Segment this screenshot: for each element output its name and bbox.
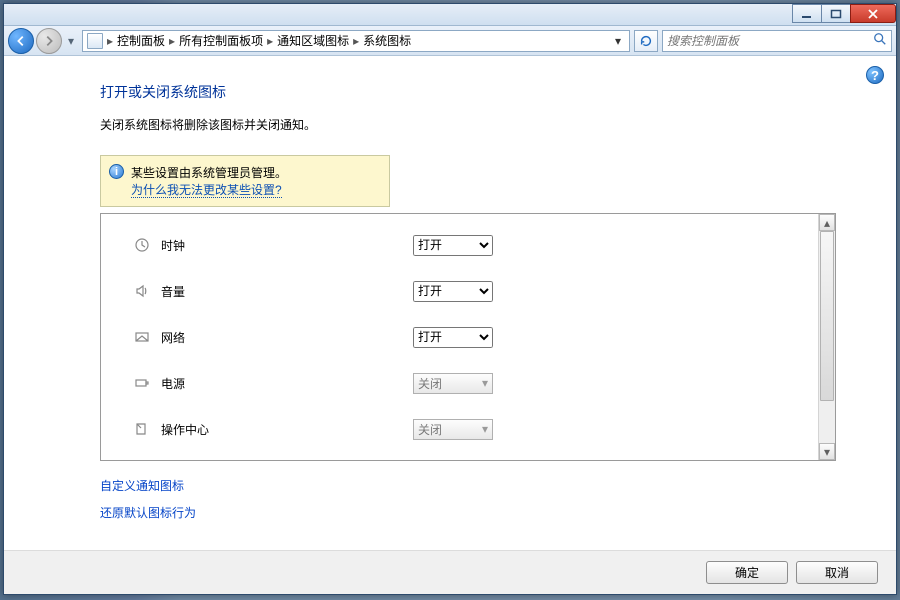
nav-history-dropdown[interactable]: ▾ xyxy=(64,34,78,48)
behavior-select[interactable]: 打开关闭 xyxy=(413,281,493,302)
row-icon xyxy=(131,375,153,391)
info-icon: i xyxy=(109,164,124,179)
search-icon[interactable] xyxy=(873,32,887,49)
row-icon xyxy=(131,421,153,437)
row-label: 音量 xyxy=(153,283,413,300)
back-button[interactable] xyxy=(8,28,34,54)
window: ▾ ▸ 控制面板 ▸ 所有控制面板项 ▸ 通知区域图标 ▸ 系统图标 ▾ ? 打… xyxy=(3,3,897,595)
scroll-up-button[interactable]: ▴ xyxy=(819,214,835,231)
location-icon xyxy=(87,33,103,49)
page-subtitle: 关闭系统图标将删除该图标并关闭通知。 xyxy=(100,116,836,133)
row-icon xyxy=(131,283,153,299)
ok-button[interactable]: 确定 xyxy=(706,561,788,584)
list-row: 操作中心关闭▾ xyxy=(131,406,788,452)
list-row: 电源关闭▾ xyxy=(131,360,788,406)
search-input[interactable] xyxy=(667,34,873,48)
help-icon[interactable]: ? xyxy=(866,66,884,84)
list-row: 音量打开关闭 xyxy=(131,268,788,314)
behavior-select[interactable]: 打开关闭 xyxy=(413,327,493,348)
maximize-button[interactable] xyxy=(821,4,851,23)
chevron-icon: ▸ xyxy=(107,34,113,48)
breadcrumb-seg-2[interactable]: 通知区域图标 ▸ xyxy=(277,32,359,49)
row-label: 网络 xyxy=(153,329,413,346)
titlebar xyxy=(4,4,896,26)
icon-list: 时钟打开关闭音量打开关闭网络打开关闭电源关闭▾操作中心关闭▾ ▴ ▾ xyxy=(100,213,836,461)
close-button[interactable] xyxy=(850,4,896,23)
row-icon xyxy=(131,237,153,253)
bottom-links: 自定义通知图标 还原默认图标行为 xyxy=(100,477,836,521)
admin-note-link[interactable]: 为什么我无法更改某些设置? xyxy=(131,183,282,198)
footer: 确定 取消 xyxy=(4,550,896,594)
search-box[interactable] xyxy=(662,30,892,52)
forward-button[interactable] xyxy=(36,28,62,54)
breadcrumb-seg-3[interactable]: 系统图标 xyxy=(363,32,411,49)
behavior-select-disabled: 关闭▾ xyxy=(413,419,493,440)
caption-buttons xyxy=(793,4,896,23)
minimize-button[interactable] xyxy=(792,4,822,23)
list-row: 时钟打开关闭 xyxy=(131,222,788,268)
scroll-track[interactable] xyxy=(819,231,835,443)
row-icon xyxy=(131,329,153,345)
content: ? 打开或关闭系统图标 关闭系统图标将删除该图标并关闭通知。 i 某些设置由系统… xyxy=(4,56,896,550)
link-restore[interactable]: 还原默认图标行为 xyxy=(100,504,836,521)
nav-arrows: ▾ xyxy=(8,28,78,54)
admin-note: i 某些设置由系统管理员管理。 为什么我无法更改某些设置? xyxy=(100,155,390,207)
row-label: 时钟 xyxy=(153,237,413,254)
page-title: 打开或关闭系统图标 xyxy=(100,82,836,102)
cancel-button[interactable]: 取消 xyxy=(796,561,878,584)
behavior-select[interactable]: 打开关闭 xyxy=(413,235,493,256)
scroll-thumb[interactable] xyxy=(820,231,834,401)
behavior-select-disabled: 关闭▾ xyxy=(413,373,493,394)
breadcrumb-seg-0[interactable]: 控制面板 ▸ xyxy=(117,32,175,49)
link-customize[interactable]: 自定义通知图标 xyxy=(100,477,836,494)
row-label: 电源 xyxy=(153,375,413,392)
breadcrumb-seg-1[interactable]: 所有控制面板项 ▸ xyxy=(179,32,273,49)
refresh-button[interactable] xyxy=(634,30,658,52)
address-dropdown[interactable]: ▾ xyxy=(611,34,625,48)
scroll-down-button[interactable]: ▾ xyxy=(819,443,835,460)
scrollbar[interactable]: ▴ ▾ xyxy=(818,214,835,460)
admin-note-text: 某些设置由系统管理员管理。 xyxy=(131,164,379,181)
address-bar[interactable]: ▸ 控制面板 ▸ 所有控制面板项 ▸ 通知区域图标 ▸ 系统图标 ▾ xyxy=(82,30,630,52)
row-label: 操作中心 xyxy=(153,421,413,438)
navbar: ▾ ▸ 控制面板 ▸ 所有控制面板项 ▸ 通知区域图标 ▸ 系统图标 ▾ xyxy=(4,26,896,56)
list-row: 网络打开关闭 xyxy=(131,314,788,360)
